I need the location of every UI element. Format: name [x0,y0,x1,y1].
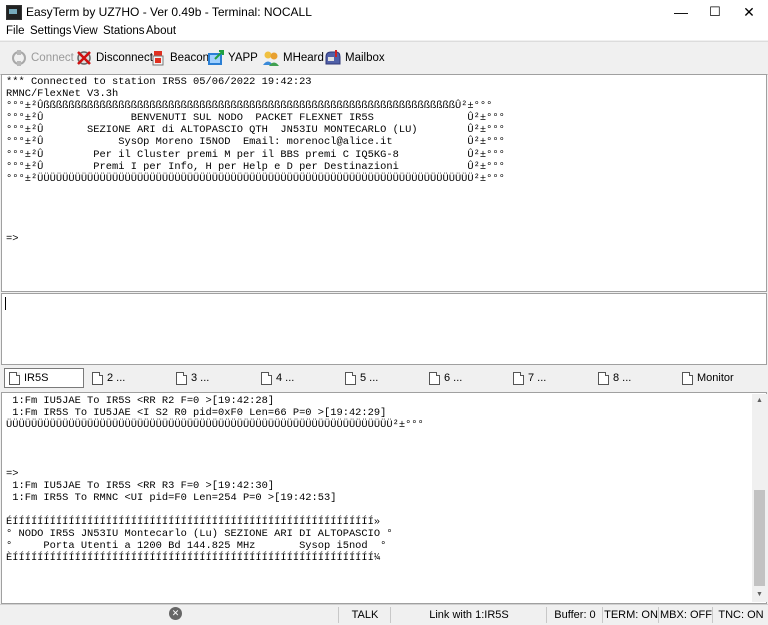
status-link: Link with 1:IR5S [390,607,547,623]
beacon-button[interactable]: Beacon [149,48,209,68]
close-button[interactable]: ✕ [732,0,766,24]
tab-8[interactable]: 8 ... [598,368,631,388]
tab-label: 2 ... [107,372,126,384]
tab-3[interactable]: 3 ... [176,368,209,388]
mailbox-icon [324,49,342,67]
maximize-button[interactable]: ☐ [698,0,732,24]
yapp-button[interactable]: YAPP [207,48,258,68]
status-bar: TALK Link with 1:IR5S Buffer: 0 TERM: ON… [0,604,768,625]
tab-2[interactable]: 2 ... [92,368,125,388]
tab-label: 7 ... [528,372,547,384]
menu-view[interactable]: View [73,25,98,37]
status-term: TERM: ON [602,607,659,623]
menu-settings[interactable]: Settings [30,25,72,37]
menu-stations[interactable]: Stations [103,25,145,37]
tab-5[interactable]: 5 ... [345,368,378,388]
document-icon [682,371,693,385]
monitor-output[interactable]: 1:Fm IU5JAE To IR5S <RR R2 F=0 >[19:42:2… [1,392,767,604]
document-icon [176,371,187,385]
tab-label: 6 ... [444,372,463,384]
scroll-up-icon[interactable]: ▲ [752,394,767,408]
beacon-icon [149,49,167,67]
app-icon [6,5,22,20]
disconnect-button[interactable]: Disconnect [75,48,153,68]
document-icon [598,371,609,385]
disconnect-label: Disconnect [96,52,153,64]
menu-about[interactable]: About [146,25,176,37]
command-input-text [2,294,766,296]
connect-button[interactable]: Connect [10,48,74,68]
tab-4[interactable]: 4 ... [261,368,294,388]
status-mbx: MBX: OFF [658,607,713,623]
tab-label: 5 ... [360,372,379,384]
mailbox-button[interactable]: Mailbox [324,48,385,68]
monitor-scrollbar[interactable]: ▲ ▼ [752,394,767,602]
window-title: EasyTerm by UZ7HO - Ver 0.49b - Terminal… [26,5,312,19]
mheard-button[interactable]: MHeard [262,48,324,68]
connect-icon [10,49,28,67]
mheard-label: MHeard [283,52,324,64]
session-tabs: IR5S 2 ... 3 ... 4 ... 5 ... 6 ... 7 ...… [0,366,768,390]
yapp-label: YAPP [228,52,258,64]
document-icon [261,371,272,385]
scroll-thumb[interactable] [754,490,765,586]
beacon-label: Beacon [170,52,210,64]
document-icon [9,371,20,385]
scroll-down-icon[interactable]: ▼ [752,588,767,602]
toolbar: Connect Disconnect Beacon YAPP MHeard Ma… [0,41,768,75]
status-buffer: Buffer: 0 [546,607,603,623]
terminal-output[interactable]: *** Connected to station IR5S 05/06/2022… [1,74,767,292]
document-icon [92,371,103,385]
connect-label: Connect [31,52,74,64]
tab-6[interactable]: 6 ... [429,368,462,388]
yapp-icon [207,49,225,67]
users-icon [262,49,280,67]
tab-label: 4 ... [276,372,295,384]
status-talk: TALK [338,607,391,623]
tab-7[interactable]: 7 ... [513,368,546,388]
terminal-text: *** Connected to station IR5S 05/06/2022… [6,76,505,246]
menu-bar: File Settings View Stations About [0,24,768,40]
tab-ir5s[interactable]: IR5S [4,368,84,388]
menu-file[interactable]: File [6,25,25,37]
command-input[interactable] [1,293,767,365]
tab-monitor[interactable]: Monitor [682,368,734,388]
disconnect-icon [75,49,93,67]
document-icon [513,371,524,385]
monitor-text: 1:Fm IU5JAE To IR5S <RR R2 F=0 >[19:42:2… [6,395,424,565]
title-bar: EasyTerm by UZ7HO - Ver 0.49b - Terminal… [0,0,768,24]
text-cursor [5,297,6,310]
status-tnc: TNC: ON [712,607,768,623]
document-icon [429,371,440,385]
tab-label: 3 ... [191,372,210,384]
tab-label: 8 ... [613,372,632,384]
document-icon [345,371,356,385]
status-empty [186,607,338,623]
tab-label: Monitor [697,372,734,384]
tab-label: IR5S [24,372,49,384]
minimize-button[interactable]: — [664,0,698,24]
mailbox-label: Mailbox [345,52,385,64]
close-circle-icon[interactable]: ✕ [169,607,182,620]
